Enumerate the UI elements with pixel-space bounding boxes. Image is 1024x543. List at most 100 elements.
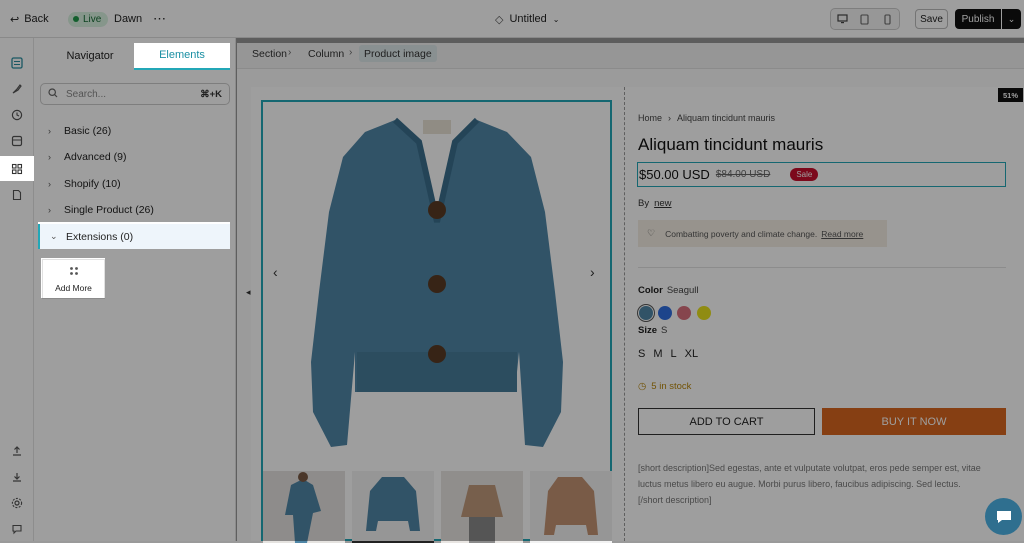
page-title: Untitled	[509, 13, 547, 25]
product-image-gallery[interactable]: ‹ ›	[261, 100, 612, 543]
search-icon	[48, 87, 58, 101]
category-label: Single Product (26)	[64, 204, 154, 216]
element-breadcrumb: Section › Column › Product image	[237, 38, 1024, 69]
download-icon[interactable]	[0, 464, 34, 490]
thumbnail-image[interactable]	[530, 471, 612, 543]
previous-image-chevron-icon[interactable]: ‹	[273, 264, 278, 280]
add-more-label: Add More	[55, 283, 92, 293]
color-swatch[interactable]	[658, 306, 672, 320]
breadcrumb-current: Aliquam tincidunt mauris	[677, 113, 776, 123]
category-shopify[interactable]: › Shopify (10)	[38, 173, 230, 195]
product-page: ‹ › 51% Home › Aliquam tincidunt mauris …	[251, 87, 1024, 543]
vendor-prefix: By	[638, 198, 650, 209]
stock-text: 5 in stock	[651, 381, 692, 392]
stock-status: ◷ 5 in stock	[638, 381, 691, 392]
category-single-product[interactable]: › Single Product (26)	[38, 199, 230, 221]
add-to-cart-button[interactable]: ADD TO CART	[638, 408, 815, 435]
templates-icon[interactable]	[0, 128, 34, 154]
color-swatch-seagull[interactable]	[639, 306, 653, 320]
back-arrow-icon: ↩	[10, 13, 20, 26]
category-extensions[interactable]: ⌄ Extensions (0)	[38, 224, 230, 249]
elements-icon[interactable]	[0, 156, 34, 181]
theme-name: Dawn	[114, 13, 143, 25]
device-switcher	[830, 8, 900, 30]
color-swatch[interactable]	[677, 306, 691, 320]
settings-gear-icon[interactable]	[0, 490, 34, 516]
buy-it-now-button[interactable]: BUY IT NOW	[822, 408, 1006, 435]
chat-bubble-button[interactable]	[985, 498, 1022, 535]
search-shortcut: ⌘+K	[200, 88, 222, 100]
short-description: [short description]Sed egestas, ante et …	[638, 460, 1006, 508]
publish-options-chevron-icon[interactable]: ⌄	[1002, 9, 1021, 29]
size-options: S M L XL	[638, 348, 698, 360]
chevron-right-icon: ›	[48, 205, 51, 215]
size-option-m[interactable]: M	[653, 348, 662, 360]
thumbnail-image[interactable]	[263, 471, 345, 543]
breadcrumb-product-image[interactable]: Product image	[359, 45, 437, 62]
live-status: Live	[68, 0, 109, 38]
breadcrumb-home-link[interactable]: Home	[638, 113, 662, 123]
tab-navigator[interactable]: Navigator	[42, 42, 138, 70]
chat-support-icon[interactable]	[0, 516, 34, 542]
editor-canvas: Section › Column › Product image ◂ ‹ › 5…	[237, 38, 1024, 543]
category-advanced[interactable]: › Advanced (9)	[38, 146, 230, 168]
tab-elements[interactable]: Elements	[134, 42, 230, 70]
category-label: Basic (26)	[64, 125, 112, 137]
product-breadcrumb: Home › Aliquam tincidunt mauris	[638, 113, 775, 123]
chevron-right-icon: ›	[48, 179, 51, 189]
category-basic[interactable]: › Basic (26)	[38, 120, 230, 142]
notice-text: Combatting poverty and climate change.	[665, 228, 818, 239]
product-info-column: 51% Home › Aliquam tincidunt mauris Aliq…	[624, 87, 1024, 541]
add-more-extension-button[interactable]: Add More	[42, 259, 105, 299]
more-menu-button[interactable]: ⋯	[153, 0, 166, 38]
page-settings-icon[interactable]	[0, 182, 34, 208]
vendor-link[interactable]: new	[654, 198, 671, 209]
elements-panel: Navigator Elements Search... ⌘+K › Basic …	[34, 38, 236, 541]
brush-icon[interactable]	[0, 76, 34, 102]
desktop-icon[interactable]	[836, 13, 848, 25]
mobile-icon[interactable]	[882, 13, 894, 25]
page-title-dropdown[interactable]: ◇ Untitled ⌄	[495, 0, 559, 38]
breadcrumb-column[interactable]: Column	[303, 45, 349, 62]
breadcrumb-separator-icon: ›	[349, 47, 353, 58]
color-swatch[interactable]	[697, 306, 711, 320]
tablet-icon[interactable]	[859, 13, 871, 25]
chat-icon	[996, 510, 1011, 523]
product-price: $50.00 USD	[639, 167, 710, 182]
chevron-right-icon: ›	[48, 126, 51, 136]
search-input[interactable]: Search... ⌘+K	[40, 83, 230, 105]
save-button[interactable]: Save	[915, 9, 948, 29]
thumbnail-image-selected[interactable]	[352, 471, 434, 543]
color-value: Seagull	[666, 285, 699, 296]
category-label: Advanced (9)	[64, 151, 127, 163]
left-rail	[0, 38, 34, 541]
search-placeholder: Search...	[66, 88, 107, 100]
zoom-badge: 51%	[998, 88, 1023, 102]
breadcrumb-section[interactable]: Section	[247, 45, 292, 62]
clock-icon: ◷	[638, 381, 647, 392]
live-badge: Live	[83, 13, 102, 25]
history-icon[interactable]	[0, 102, 34, 128]
size-option-xl[interactable]: XL	[685, 348, 698, 360]
read-more-link[interactable]: Read more	[821, 229, 863, 239]
back-button[interactable]: ↩ Back	[10, 0, 49, 38]
chevron-down-icon: ⌄	[552, 14, 560, 24]
thumbnail-image[interactable]	[441, 471, 523, 543]
chevron-right-icon: ›	[48, 152, 51, 162]
chevron-down-icon: ⌄	[50, 231, 58, 241]
size-option-s[interactable]: S	[638, 348, 645, 360]
description-text: [short description]Sed egestas, ante et …	[638, 463, 981, 489]
upload-icon[interactable]	[0, 438, 34, 464]
size-label: Size	[638, 325, 658, 336]
color-option-label: Color Seagull	[638, 285, 699, 296]
heart-icon: ♡	[647, 228, 656, 238]
publish-button[interactable]: Publish	[955, 9, 1001, 29]
size-option-l[interactable]: L	[671, 348, 677, 360]
top-bar: ↩ Back Live Dawn ⋯ ◇ Untitled ⌄ Save Pub…	[0, 0, 1024, 38]
tag-icon: ◇	[495, 13, 504, 26]
price-block[interactable]: $50.00 USD $84.00 USD Sale	[637, 162, 1006, 187]
next-image-chevron-icon[interactable]: ›	[590, 264, 595, 280]
layers-icon[interactable]	[0, 50, 34, 76]
vendor-line: By new	[638, 198, 672, 209]
description-end: [/short description]	[638, 495, 712, 505]
